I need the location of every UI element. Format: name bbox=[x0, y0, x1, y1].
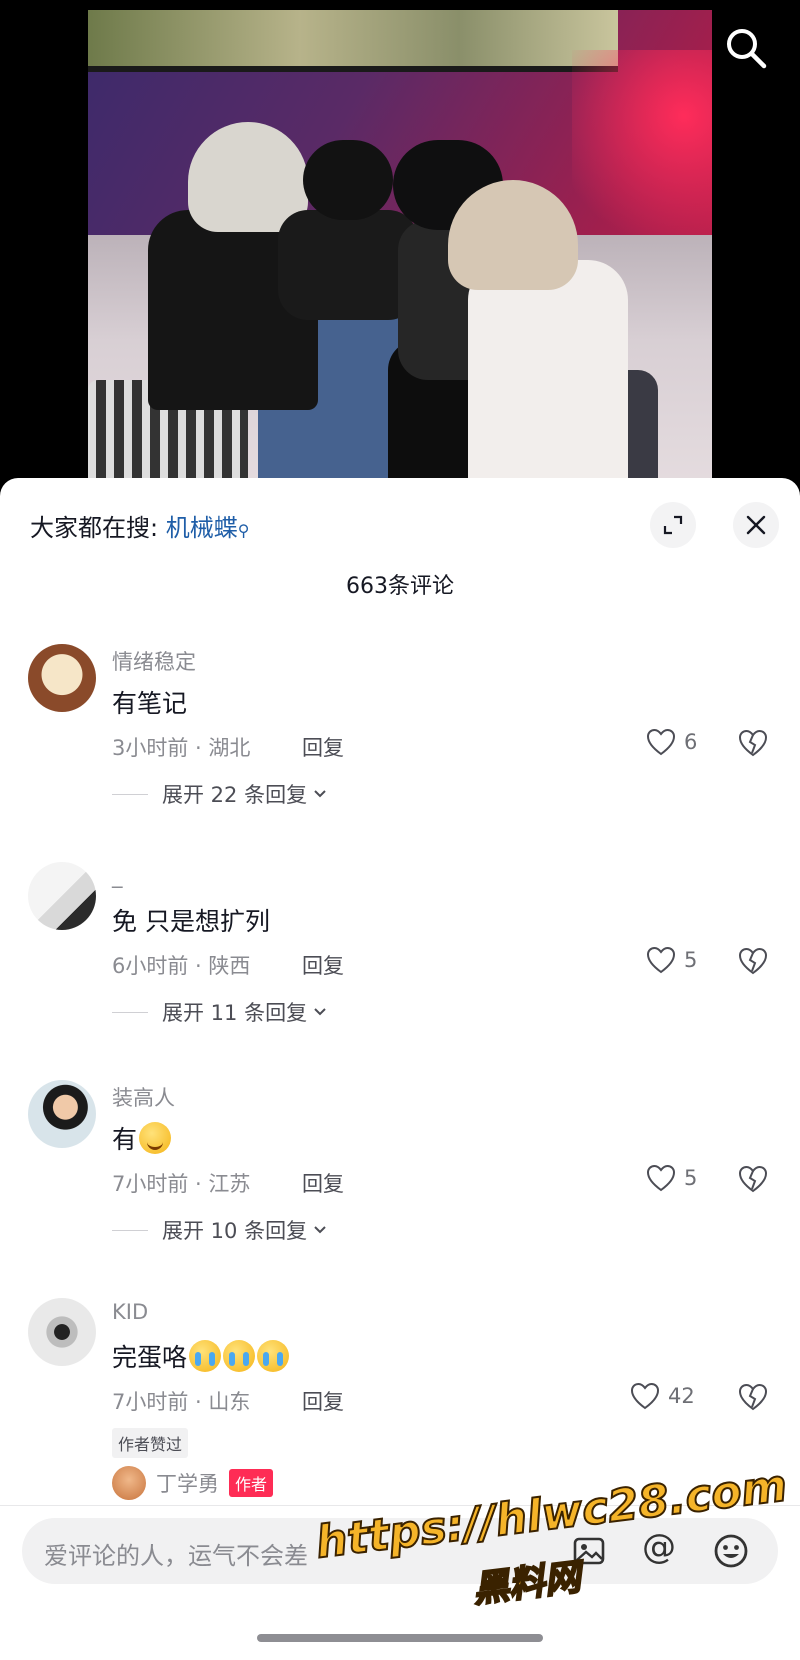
comment-meta: 7小时前 · 江苏 bbox=[112, 1172, 251, 1196]
comment-username[interactable]: _ bbox=[112, 864, 123, 888]
dislike-button[interactable] bbox=[738, 1164, 768, 1194]
heart-icon bbox=[630, 1382, 660, 1410]
like-button[interactable]: 5 bbox=[646, 946, 697, 974]
expand-replies-button[interactable]: 展开 10 条回复 bbox=[112, 1215, 327, 1245]
broken-heart-icon bbox=[738, 1165, 768, 1193]
comment-text: 免 只是想扩列 bbox=[112, 907, 270, 936]
author-tag: 作者 bbox=[229, 1469, 274, 1497]
comment-meta: 6小时前 · 陕西 bbox=[112, 954, 251, 978]
reply-username: 丁学勇 bbox=[156, 1472, 219, 1496]
dislike-button[interactable] bbox=[738, 1382, 768, 1412]
author-reply-preview[interactable]: 丁学勇 作者 bbox=[112, 1466, 274, 1500]
reply-button[interactable]: 回复 bbox=[302, 1168, 344, 1198]
chevron-down-icon bbox=[314, 790, 326, 798]
comment-text: 有 bbox=[112, 1120, 172, 1156]
like-count: 42 bbox=[668, 1384, 695, 1408]
broken-heart-icon bbox=[738, 729, 768, 757]
at-icon[interactable]: @ bbox=[640, 1528, 678, 1566]
like-count: 6 bbox=[684, 730, 698, 754]
hot-search[interactable]: 大家都在搜: 机械蝶⚲ bbox=[30, 508, 249, 543]
close-sheet-button[interactable] bbox=[733, 502, 779, 548]
comment-input-placeholder: 爱评论的人，运气不会差 bbox=[44, 1542, 308, 1570]
avatar[interactable] bbox=[28, 1080, 96, 1148]
chevron-down-icon bbox=[314, 1226, 326, 1234]
comment-username[interactable]: KID bbox=[112, 1300, 148, 1324]
crying-emoji-icon bbox=[189, 1340, 222, 1372]
comment-text: 完蛋咯 bbox=[112, 1338, 290, 1374]
author-liked-badge: 作者赞过 bbox=[112, 1428, 189, 1458]
expand-replies-label: 展开 22 条回复 bbox=[162, 783, 308, 807]
comment-text: 有笔记 bbox=[112, 689, 188, 718]
reply-button[interactable]: 回复 bbox=[302, 1386, 344, 1416]
emoji-button[interactable] bbox=[712, 1532, 750, 1570]
smile-emoji-icon bbox=[139, 1122, 172, 1154]
comment-sheet: 大家都在搜: 机械蝶⚲ 663条评论 情绪稳定 有笔记 3小时前 · 湖北 回复… bbox=[0, 478, 800, 1660]
search-small-icon: ⚲ bbox=[237, 521, 250, 540]
comment-input[interactable]: 爱评论的人，运气不会差 @ bbox=[22, 1518, 778, 1584]
comment-username[interactable]: 装高人 bbox=[112, 1082, 175, 1112]
comment-item: _ 免 只是想扩列 6小时前 · 陕西 回复 5 展开 11 条回复 bbox=[0, 862, 800, 1062]
comment-count: 663条评论 bbox=[346, 574, 454, 599]
expand-replies-button[interactable]: 展开 22 条回复 bbox=[112, 779, 327, 809]
comment-username[interactable]: 情绪稳定 bbox=[112, 646, 196, 676]
chevron-down-icon bbox=[314, 1008, 326, 1016]
video-frame bbox=[88, 10, 712, 500]
reply-button[interactable]: 回复 bbox=[302, 950, 344, 980]
like-count: 5 bbox=[684, 1166, 698, 1190]
hot-search-keyword[interactable]: 机械蝶 bbox=[166, 514, 238, 542]
heart-icon bbox=[646, 1164, 676, 1192]
like-count: 5 bbox=[684, 948, 698, 972]
avatar[interactable] bbox=[28, 862, 96, 930]
heart-icon bbox=[646, 946, 676, 974]
tv-screen bbox=[88, 10, 618, 72]
broken-heart-icon bbox=[738, 947, 768, 975]
heart-icon bbox=[646, 728, 676, 756]
video-player[interactable] bbox=[0, 0, 800, 500]
comment-meta: 7小时前 · 山东 bbox=[112, 1390, 251, 1414]
search-icon bbox=[727, 29, 767, 69]
close-icon bbox=[746, 515, 766, 535]
comment-meta: 3小时前 · 湖北 bbox=[112, 736, 251, 760]
avatar[interactable] bbox=[28, 644, 96, 712]
comment-item: 情绪稳定 有笔记 3小时前 · 湖北 回复 6 展开 22 条回复 bbox=[0, 644, 800, 844]
expand-replies-button[interactable]: 展开 11 条回复 bbox=[112, 997, 327, 1027]
crying-emoji-icon bbox=[223, 1340, 256, 1372]
expand-replies-label: 展开 11 条回复 bbox=[162, 1001, 308, 1025]
expand-replies-label: 展开 10 条回复 bbox=[162, 1219, 308, 1243]
search-button[interactable] bbox=[722, 24, 770, 72]
expand-icon bbox=[663, 515, 683, 535]
reply-button[interactable]: 回复 bbox=[302, 732, 344, 762]
expand-sheet-button[interactable] bbox=[650, 502, 696, 548]
broken-heart-icon bbox=[738, 1383, 768, 1411]
dislike-button[interactable] bbox=[738, 728, 768, 758]
like-button[interactable]: 6 bbox=[646, 728, 697, 756]
image-button[interactable] bbox=[570, 1532, 608, 1570]
dislike-button[interactable] bbox=[738, 946, 768, 976]
emoji-icon bbox=[714, 1534, 748, 1568]
like-button[interactable]: 42 bbox=[630, 1382, 695, 1410]
image-icon bbox=[573, 1537, 605, 1565]
comment-item: 装高人 有 7小时前 · 江苏 回复 5 展开 10 条回复 bbox=[0, 1080, 800, 1280]
like-button[interactable]: 5 bbox=[646, 1164, 697, 1192]
hot-search-prefix: 大家都在搜: bbox=[30, 514, 159, 542]
crying-emoji-icon bbox=[257, 1340, 290, 1372]
avatar[interactable] bbox=[28, 1298, 96, 1366]
avatar bbox=[112, 1466, 146, 1500]
home-indicator[interactable] bbox=[257, 1634, 543, 1642]
